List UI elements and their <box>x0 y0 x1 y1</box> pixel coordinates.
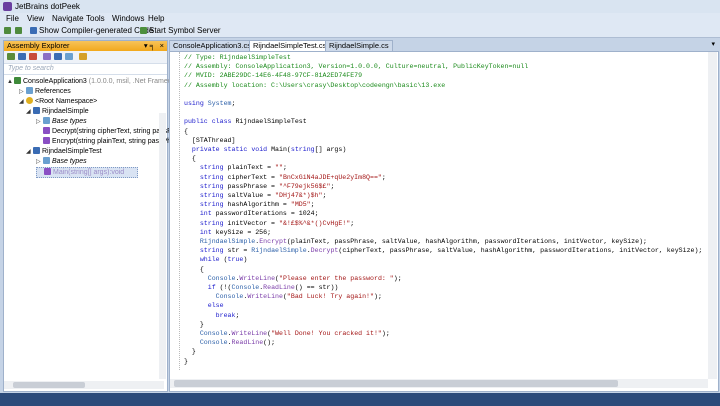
menu-help[interactable]: Help <box>148 14 164 23</box>
status-bar <box>0 393 720 406</box>
code-line: { <box>184 265 204 273</box>
method-icon <box>43 137 50 144</box>
method-icon <box>43 127 50 134</box>
editor-tabs: ConsoleApplication3.cs RijndaelSimpleTes… <box>169 40 717 52</box>
code-line: // MVID: 2ABE29DC-14E6-4F48-97CF-81A2ED7… <box>184 72 363 80</box>
tree-node-decrypt[interactable]: Decrypt(string cipherText, string passPh… <box>36 127 178 136</box>
compiler-code-icon <box>30 27 37 34</box>
assembly-explorer-panel: Assembly Explorer ▾ ╕ × Type to search ▲… <box>3 40 178 392</box>
tree-node-encrypt[interactable]: Encrypt(string plainText, string passPhr… <box>36 137 177 146</box>
code-line: public class RijndaelSimpleTest <box>184 118 307 126</box>
toolbar: Show Compiler-generated Code Start Symbo… <box>0 25 720 38</box>
code-line: { <box>184 127 188 135</box>
tree-node-rijndaelsimpletest[interactable]: ◢ RijndaelSimpleTest <box>26 147 102 156</box>
tree-node-base-types[interactable]: ▷ Base types <box>36 157 87 166</box>
code-line: Console.WriteLine("Bad Luck! Try again!"… <box>215 293 382 301</box>
panel-title: Assembly Explorer <box>7 41 70 50</box>
scrollbar-thumb[interactable] <box>13 382 85 388</box>
remove-icon[interactable] <box>29 53 37 60</box>
forward-icon[interactable] <box>15 26 24 36</box>
explorer-toolbar <box>4 51 167 64</box>
menu-windows[interactable]: Windows <box>112 14 144 23</box>
code-line: string str = RijndaelSimple.Decrypt(ciph… <box>199 247 703 255</box>
menu-file[interactable]: File <box>6 14 19 23</box>
show-compiler-code-button[interactable]: Show Compiler-generated Code <box>30 26 153 36</box>
code-line: [STAThread] <box>184 136 236 144</box>
folder-icon[interactable] <box>79 53 87 60</box>
class-icon <box>33 107 40 114</box>
code-line: // Type: RijndaelSimpleTest <box>184 54 291 61</box>
code-line: } <box>184 357 188 365</box>
tree-node-root-namespace[interactable]: ◢ <Root Namespace> <box>19 97 97 106</box>
namespace-icon <box>26 97 33 104</box>
explorer-horizontal-scrollbar[interactable] <box>4 381 164 389</box>
code-line: // Assembly: ConsoleApplication3, Versio… <box>184 63 529 71</box>
code-line: Console.WriteLine("Well Done! You cracke… <box>199 330 390 337</box>
code-line: { <box>184 155 196 163</box>
tree-node-main-selected[interactable]: Main(string[] args):void <box>36 167 138 178</box>
search-input[interactable]: Type to search <box>4 64 167 75</box>
tree-node-references[interactable]: ▷ References <box>19 87 71 96</box>
code-line: string hashAlgorithm = "MD5"; <box>199 201 315 209</box>
menu-bar: File View Navigate Tools Windows Help <box>0 13 720 25</box>
pin-icon[interactable]: ▾ ╕ <box>144 41 155 51</box>
code-line: // Assembly location: C:\Users\crasy\Des… <box>184 81 446 89</box>
dotpeek-logo-icon <box>3 2 12 11</box>
code-line: if (!(Console.ReadLine() == str)) <box>207 284 339 291</box>
code-line: Console.ReadLine(); <box>199 339 276 347</box>
server-icon <box>140 27 147 34</box>
title-bar: JetBrains dotPeek <box>0 0 720 13</box>
code-line: break; <box>215 311 240 319</box>
code-line: string saltValue = "DHj47&*)$h"; <box>199 192 327 199</box>
scrollbar-thumb[interactable] <box>174 380 618 387</box>
code-line: string initVector = "&!£$%^&*()CvHgE!"; <box>199 219 355 227</box>
editor-vertical-scrollbar[interactable] <box>708 52 717 379</box>
code-line: string passPhrase = "^F79ejk56$£"; <box>199 182 335 190</box>
collapse-all-icon[interactable] <box>54 53 62 60</box>
tree-node-rijndaelsimple[interactable]: ◢ RijndaelSimple <box>26 107 89 116</box>
code-line: private static void Main(string[] args) <box>191 146 347 153</box>
close-icon[interactable]: × <box>160 41 164 51</box>
start-symbol-server-button[interactable]: Start Symbol Server <box>140 26 221 36</box>
code-gutter <box>179 52 181 370</box>
code-line: Console.WriteLine("Please enter the pass… <box>207 274 402 282</box>
menu-navigate[interactable]: Navigate <box>52 14 84 23</box>
editor-horizontal-scrollbar[interactable] <box>170 379 708 388</box>
code-line: using System; <box>184 100 236 107</box>
class-icon <box>33 147 40 154</box>
method-icon <box>44 168 51 175</box>
code-editor[interactable]: // Type: RijndaelSimpleTest // Assembly: … <box>169 51 719 392</box>
tree-node-assembly[interactable]: ▲ ConsoleApplication3 (1.0.0.0, msil, .Ne… <box>7 77 173 86</box>
code-line: while (true) <box>199 256 248 264</box>
back-icon[interactable] <box>4 26 13 36</box>
code-line: } <box>184 320 204 328</box>
code-line: string plainText = ""; <box>199 164 287 172</box>
menu-view[interactable]: View <box>27 14 44 23</box>
open-from-gac-icon[interactable] <box>18 53 26 60</box>
code-line: int passwordIterations = 1024; <box>199 210 319 218</box>
tab-list-dropdown-icon[interactable]: ▾ <box>711 40 715 48</box>
base-types-icon <box>43 157 50 164</box>
explorer-vertical-scrollbar[interactable] <box>159 113 166 379</box>
code-line: string cipherText = "BnCxGiN4aJDE+qUe2yI… <box>199 173 386 181</box>
open-assembly-icon[interactable] <box>7 53 15 60</box>
base-types-icon <box>43 117 50 124</box>
menu-tools[interactable]: Tools <box>86 14 105 23</box>
code-line: int keySize = 256; <box>199 228 272 236</box>
list-icon[interactable] <box>65 53 73 60</box>
code-line: else <box>207 302 224 310</box>
code-line: } <box>184 348 196 356</box>
sync-icon[interactable] <box>43 53 51 60</box>
code-line: RijndaelSimple.Encrypt(plainText, passPh… <box>199 238 647 245</box>
assembly-icon <box>14 77 21 84</box>
references-icon <box>26 87 33 94</box>
panel-header: Assembly Explorer ▾ ╕ × <box>4 41 167 51</box>
tree-node-base-types[interactable]: ▷ Base types <box>36 117 87 126</box>
window-title: JetBrains dotPeek <box>15 2 80 11</box>
